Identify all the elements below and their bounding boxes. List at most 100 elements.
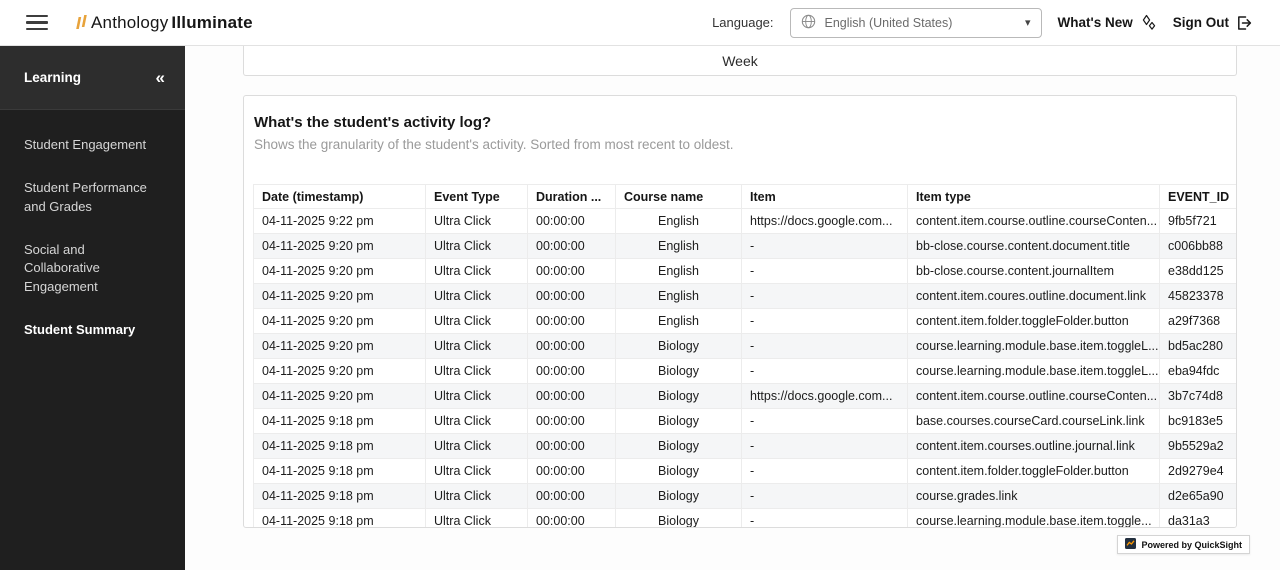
table-cell: bb-close.course.content.journalItem [908,259,1160,284]
table-cell: Ultra Click [426,234,528,259]
table-cell: - [742,334,908,359]
table-row: 04-11-2025 9:20 pmUltra Click00:00:00Eng… [254,284,1237,309]
table-cell: content.item.course.outline.courseConten… [908,384,1160,409]
hamburger-menu-icon[interactable] [26,15,50,31]
main-content: Week What's the student's activity log? … [185,46,1280,570]
table-cell: 00:00:00 [528,459,616,484]
table-cell: 04-11-2025 9:20 pm [254,384,426,409]
table-row: 04-11-2025 9:20 pmUltra Click00:00:00Eng… [254,259,1237,284]
table-cell: course.learning.module.base.item.toggleL… [908,334,1160,359]
column-header[interactable]: Course name [616,185,742,209]
table-cell: https://docs.google.com... [742,209,908,234]
table-cell: - [742,459,908,484]
activity-table-scroll[interactable]: Date (timestamp)Event TypeDuration ...Co… [253,184,1236,527]
sidebar-header: Learning « [0,46,185,110]
table-cell: eba94fdc [1160,359,1237,384]
activity-table: Date (timestamp)Event TypeDuration ...Co… [253,184,1236,527]
table-row: 04-11-2025 9:20 pmUltra Click00:00:00Bio… [254,334,1237,359]
activity-table-header-row: Date (timestamp)Event TypeDuration ...Co… [254,185,1237,209]
sidebar-item-student-summary[interactable]: Student Summary [0,309,185,352]
card-subtitle: Shows the granularity of the student's a… [254,137,1226,152]
column-header[interactable]: Item type [908,185,1160,209]
table-cell: d2e65a90 [1160,484,1237,509]
table-cell: English [616,259,742,284]
table-cell: Ultra Click [426,209,528,234]
table-row: 04-11-2025 9:20 pmUltra Click00:00:00Bio… [254,384,1237,409]
column-header[interactable]: Duration ... [528,185,616,209]
table-cell: 00:00:00 [528,509,616,528]
table-cell: Biology [616,459,742,484]
sign-out-label: Sign Out [1173,15,1229,30]
sidebar: Learning « Student Engagement Student Pe… [0,46,185,570]
table-cell: bc9183e5 [1160,409,1237,434]
quicksight-icon [1125,538,1136,551]
table-cell: Biology [616,509,742,528]
table-cell: 00:00:00 [528,309,616,334]
table-cell: - [742,359,908,384]
sidebar-item-student-performance-and-grades[interactable]: Student Performance and Grades [0,167,185,229]
table-cell: Biology [616,409,742,434]
table-cell: a29f7368 [1160,309,1237,334]
table-cell: 00:00:00 [528,434,616,459]
powered-by-badge[interactable]: Powered by QuickSight [1117,535,1250,554]
top-bar: Anthology Illuminate Language: English (… [0,0,1280,46]
table-row: 04-11-2025 9:20 pmUltra Click00:00:00Bio… [254,359,1237,384]
sign-out-button[interactable]: Sign Out [1173,15,1252,31]
table-cell: - [742,284,908,309]
collapse-chevron-icon[interactable]: « [156,69,165,86]
table-cell: 45823378 [1160,284,1237,309]
table-cell: Biology [616,384,742,409]
table-cell: Biology [616,484,742,509]
table-cell: Ultra Click [426,259,528,284]
sidebar-item-student-engagement[interactable]: Student Engagement [0,124,185,167]
brand-name-secondary: Illuminate [171,13,252,33]
table-cell: 04-11-2025 9:20 pm [254,309,426,334]
table-row: 04-11-2025 9:20 pmUltra Click00:00:00Eng… [254,309,1237,334]
whats-new-button[interactable]: What's New [1058,14,1157,31]
table-cell: Ultra Click [426,509,528,528]
table-cell: course.grades.link [908,484,1160,509]
table-cell: c006bb88 [1160,234,1237,259]
table-cell: English [616,234,742,259]
brand-logo: Anthology Illuminate [74,13,253,33]
table-cell: 04-11-2025 9:18 pm [254,459,426,484]
table-cell: e38dd125 [1160,259,1237,284]
table-cell: - [742,484,908,509]
table-cell: content.item.folder.toggleFolder.button [908,459,1160,484]
table-cell: 00:00:00 [528,234,616,259]
card-title: What's the student's activity log? [254,114,1226,131]
powered-by-label: Powered by QuickSight [1141,540,1242,550]
table-cell: 00:00:00 [528,359,616,384]
table-cell: Ultra Click [426,359,528,384]
table-row: 04-11-2025 9:18 pmUltra Click00:00:00Bio… [254,509,1237,528]
table-cell: English [616,309,742,334]
column-header[interactable]: Event Type [426,185,528,209]
table-cell: 00:00:00 [528,259,616,284]
language-value: English (United States) [825,16,953,30]
week-panel: Week [243,46,1237,76]
column-header[interactable]: Item [742,185,908,209]
brand-name-primary: Anthology [91,13,168,33]
table-cell: 9b5529a2 [1160,434,1237,459]
table-row: 04-11-2025 9:18 pmUltra Click00:00:00Bio… [254,459,1237,484]
column-header[interactable]: EVENT_ID [1160,185,1237,209]
table-cell: 9fb5f721 [1160,209,1237,234]
table-cell: 04-11-2025 9:18 pm [254,509,426,528]
table-cell: 00:00:00 [528,209,616,234]
sidebar-item-social-and-collaborative-engagement[interactable]: Social and Collaborative Engagement [0,229,185,310]
table-cell: 04-11-2025 9:18 pm [254,484,426,509]
language-select[interactable]: English (United States) ▾ [790,8,1042,38]
table-row: 04-11-2025 9:18 pmUltra Click00:00:00Bio… [254,484,1237,509]
table-cell: 04-11-2025 9:22 pm [254,209,426,234]
column-header[interactable]: Date (timestamp) [254,185,426,209]
table-cell: course.learning.module.base.item.toggle.… [908,509,1160,528]
table-cell: Ultra Click [426,309,528,334]
table-cell: Ultra Click [426,284,528,309]
table-cell: 00:00:00 [528,484,616,509]
whats-new-label: What's New [1058,15,1133,30]
sign-out-icon [1236,15,1252,31]
table-cell: Ultra Click [426,484,528,509]
table-cell: - [742,234,908,259]
caret-down-icon: ▾ [1025,16,1031,29]
table-cell: 04-11-2025 9:20 pm [254,359,426,384]
